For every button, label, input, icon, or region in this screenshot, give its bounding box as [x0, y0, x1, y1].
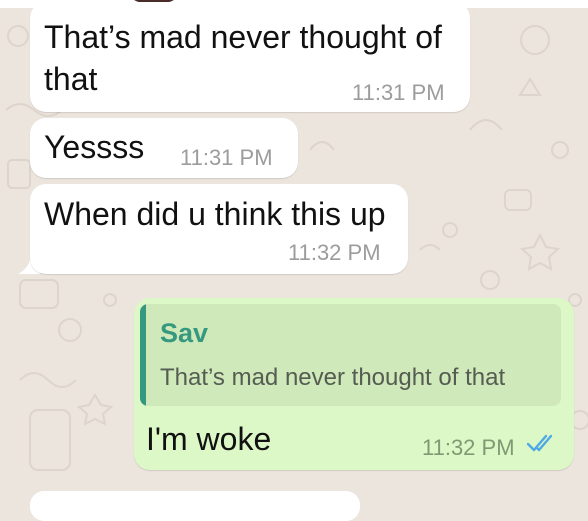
incoming-message[interactable]: When did u think this up 11:32 PM — [30, 184, 408, 274]
quote-accent-bar — [140, 304, 146, 406]
message-time: 11:32 PM — [288, 240, 381, 265]
message-text: I'm woke — [146, 421, 272, 457]
message-text-continued: that — [44, 61, 98, 97]
double-check-icon — [526, 434, 553, 452]
message-time: 11:31 PM — [180, 145, 273, 170]
quoted-reply[interactable]: Sav That’s mad never thought of that — [140, 304, 561, 406]
message-time: 11:32 PM — [422, 435, 515, 460]
next-message-edge — [30, 491, 360, 521]
quoted-text: That’s mad never thought of that — [160, 364, 506, 391]
outgoing-message[interactable]: Sav That’s mad never thought of that I'm… — [134, 298, 574, 470]
incoming-message[interactable]: Yessss 11:31 PM — [30, 118, 298, 178]
message-text: Yessss — [44, 129, 145, 165]
message-time: 11:31 PM — [352, 80, 445, 105]
quoted-author: Sav — [160, 318, 209, 348]
message-text: When did u think this up — [44, 196, 386, 232]
incoming-message[interactable]: That’s mad never thought of that 11:31 P… — [30, 2, 470, 112]
message-text: That’s mad never thought of — [44, 19, 442, 55]
